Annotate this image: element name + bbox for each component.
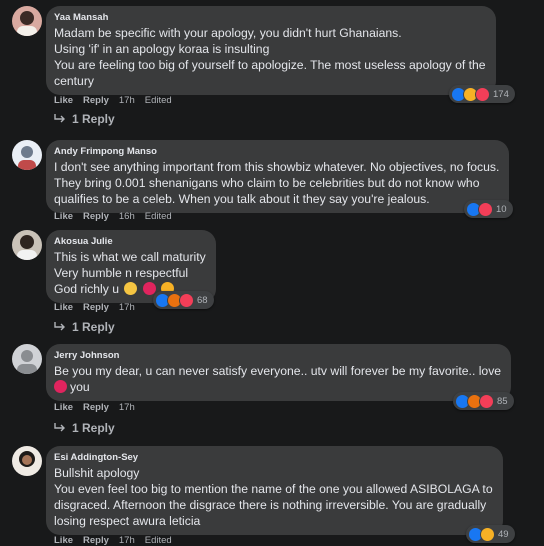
timestamp[interactable]: 17h — [119, 535, 135, 546]
comment-actions: Like Reply 16h Edited — [54, 211, 182, 223]
comment-text-line: losing respect awura leticia — [54, 514, 201, 528]
reply-button[interactable]: Reply — [83, 95, 109, 107]
like-button[interactable]: Like — [54, 95, 73, 107]
reply-button[interactable]: Reply — [83, 302, 109, 314]
timestamp[interactable]: 16h — [119, 211, 135, 223]
haha-icon — [480, 526, 495, 542]
love-icon — [179, 292, 194, 308]
reaction-summary[interactable]: 68 — [153, 291, 214, 309]
comment-text: you — [70, 380, 90, 394]
comment-actions: Like Reply 17h Edited — [54, 535, 182, 546]
like-button[interactable]: Like — [54, 535, 73, 546]
reaction-count: 68 — [197, 294, 208, 306]
edited-label: Edited — [144, 95, 172, 106]
timestamp[interactable]: 17h — [119, 402, 135, 414]
comment-bubble: Yaa Mansah Madam be specific with your a… — [46, 6, 496, 95]
avatar[interactable] — [12, 344, 42, 374]
comment-text-line: you — [54, 379, 501, 395]
reaction-count: 85 — [497, 395, 508, 407]
edited-label: Edited — [144, 535, 172, 546]
reply-arrow-icon — [54, 114, 65, 123]
comment-text-line: You are feeling too big of yourself to a… — [54, 58, 486, 72]
comment-text-line: Very humble n respectful — [54, 266, 189, 280]
comment-bubble: Andy Frimpong Manso I don't see anything… — [46, 140, 510, 213]
comment-author[interactable]: Akosua Julie — [54, 235, 206, 249]
comment-text-line: This is what we call maturity — [54, 250, 206, 264]
like-button[interactable]: Like — [54, 302, 73, 314]
avatar[interactable] — [12, 6, 42, 36]
love-icon — [478, 201, 493, 217]
reaction-count: 174 — [493, 88, 509, 100]
reply-arrow-icon — [54, 322, 65, 331]
red-heart-emoji — [142, 282, 156, 295]
view-replies-label: 1 Reply — [72, 421, 115, 435]
love-icon — [479, 393, 494, 409]
avatar[interactable] — [12, 140, 42, 170]
like-button[interactable]: Like — [54, 211, 73, 223]
comment-bubble: Esi Addington-Sey Bullshit apology You e… — [46, 446, 503, 535]
comment-text-line: They bring 0.001 shenanigans who claim t… — [54, 176, 480, 190]
folded-hands-emoji — [124, 282, 138, 295]
reply-arrow-icon — [54, 423, 65, 432]
comment-text: God richly u — [54, 282, 120, 296]
reaction-summary[interactable]: 10 — [464, 200, 513, 218]
like-button[interactable]: Like — [54, 402, 73, 414]
reaction-count: 49 — [498, 528, 509, 540]
comment-author[interactable]: Andy Frimpong Manso — [54, 145, 499, 159]
comment-text-line: Using 'if' in an apology koraa is insult… — [54, 42, 270, 56]
comment-text-line: I don't see anything important from this… — [54, 160, 500, 174]
comment-text-line: disgraced. Afternoon the disgrace there … — [54, 498, 487, 512]
comment-text-line: century — [54, 74, 94, 88]
comment-text-line: Bullshit apology — [54, 466, 140, 480]
reply-button[interactable]: Reply — [83, 402, 109, 414]
reply-button[interactable]: Reply — [83, 535, 109, 546]
comment-actions: Like Reply 17h — [54, 302, 145, 314]
view-replies-link[interactable]: 1 Reply — [54, 320, 115, 334]
view-replies-label: 1 Reply — [72, 320, 115, 334]
love-icon — [475, 86, 490, 102]
view-replies-label: 1 Reply — [72, 112, 115, 126]
comment-author[interactable]: Yaa Mansah — [54, 11, 486, 25]
comment-actions: Like Reply 17h Edited — [54, 95, 182, 107]
comment-author[interactable]: Esi Addington-Sey — [54, 451, 493, 465]
comment-bubble: Jerry Johnson Be you my dear, u can neve… — [46, 344, 512, 401]
comment-text-line: You even feel too big to mention the nam… — [54, 482, 493, 496]
view-replies-link[interactable]: 1 Reply — [54, 112, 115, 126]
avatar[interactable] — [12, 230, 42, 260]
reaction-summary[interactable]: 174 — [449, 85, 515, 103]
timestamp[interactable]: 17h — [119, 302, 135, 314]
comment-text-line: Madam be specific with your apology, you… — [54, 26, 402, 40]
comment-text-line: qualifies to be a celeb. When you talk a… — [54, 192, 430, 206]
comment-text-line: Be you my dear, u can never satisfy ever… — [54, 364, 502, 378]
avatar[interactable] — [12, 446, 42, 476]
red-heart-emoji — [54, 380, 67, 393]
reply-button[interactable]: Reply — [83, 211, 109, 223]
timestamp[interactable]: 17h — [119, 95, 135, 107]
view-replies-link[interactable]: 1 Reply — [54, 421, 115, 435]
comment-author[interactable]: Jerry Johnson — [54, 349, 501, 363]
reaction-count: 10 — [496, 203, 507, 215]
reaction-summary[interactable]: 85 — [453, 392, 514, 410]
comment-actions: Like Reply 17h — [54, 402, 145, 414]
edited-label: Edited — [144, 211, 172, 222]
reaction-summary[interactable]: 49 — [466, 525, 515, 543]
